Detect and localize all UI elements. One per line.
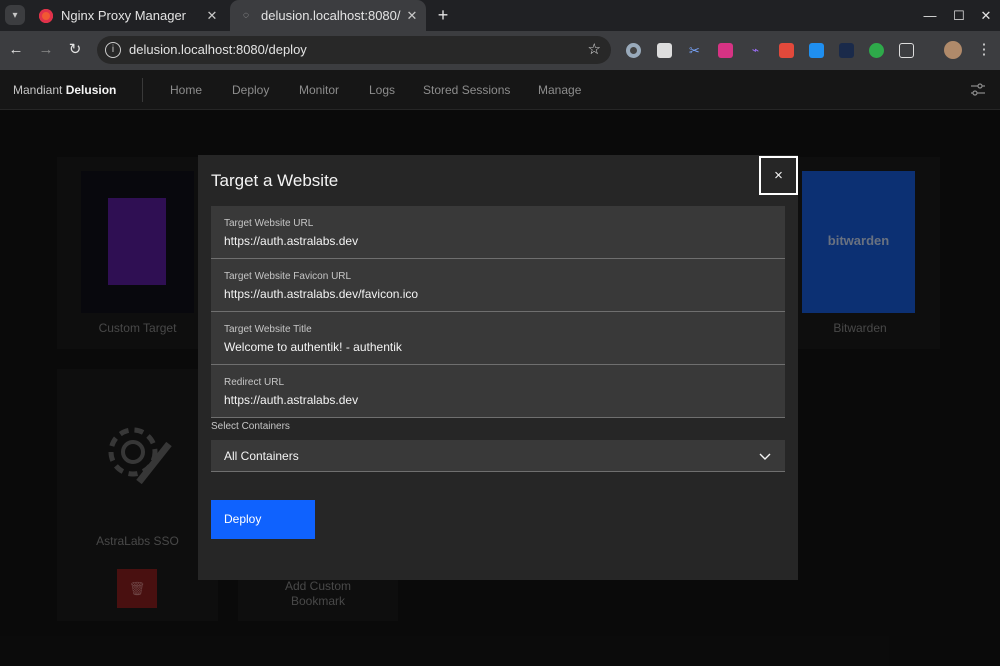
address-url[interactable]: delusion.localhost:8080/deploy (129, 36, 307, 64)
nav-stored-sessions[interactable]: Stored Sessions (423, 70, 510, 110)
app-brand[interactable]: Mandiant Delusion (13, 70, 116, 110)
new-tab-button[interactable]: + (432, 4, 454, 26)
field-label: Target Website Title (224, 324, 312, 335)
header-divider (142, 78, 143, 102)
browser-tab-bar: ▾ Nginx Proxy Manager ✕ ◌ delusion.local… (0, 0, 1000, 31)
tab-search-chevron-icon[interactable]: ▾ (5, 5, 25, 25)
favicon-url-input[interactable]: https://auth.astralabs.dev/favicon.ico (224, 287, 418, 301)
app-header: Mandiant Delusion Home Deploy Monitor Lo… (0, 70, 1000, 110)
profile-avatar[interactable] (944, 41, 962, 59)
modal-title: Target a Website (211, 171, 339, 190)
website-title-input[interactable]: Welcome to authentik! - authentik (224, 340, 402, 354)
website-title-field[interactable]: Target Website Title Welcome to authenti… (211, 312, 785, 365)
target-url-field[interactable]: Target Website URL https://auth.astralab… (211, 206, 785, 259)
forward-icon[interactable]: → (35, 39, 57, 61)
browser-tab-delusion[interactable]: ◌ delusion.localhost:8080/ ✕ (230, 0, 426, 31)
browser-menu-icon[interactable]: ⋮ (973, 39, 995, 61)
favicon-url-field[interactable]: Target Website Favicon URL https://auth.… (211, 259, 785, 312)
extension-shield-icon[interactable] (657, 43, 672, 58)
back-icon[interactable]: ← (5, 39, 27, 61)
extension-wave-icon[interactable]: ⌁ (748, 43, 763, 58)
field-label: Target Website Favicon URL (224, 271, 352, 282)
containers-select-value: All Containers (224, 449, 299, 463)
deploy-button[interactable]: Deploy (211, 500, 315, 539)
extension-green-check-icon[interactable] (869, 43, 884, 58)
field-label: Redirect URL (224, 377, 285, 388)
redirect-url-field[interactable]: Redirect URL https://auth.astralabs.dev (211, 365, 785, 418)
bookmark-star-icon[interactable]: ☆ (588, 36, 601, 64)
extension-scissors-icon[interactable]: ✂ (687, 43, 702, 58)
modal-close-button[interactable]: × (759, 156, 798, 195)
close-tab-icon[interactable]: ✕ (203, 8, 221, 24)
field-label: Target Website URL (224, 218, 314, 229)
extension-check-icon[interactable] (809, 43, 824, 58)
settings-sliders-icon[interactable] (970, 82, 986, 98)
extension-red-icon[interactable] (779, 43, 794, 58)
tab-title: Nginx Proxy Manager (61, 8, 186, 23)
nav-manage[interactable]: Manage (538, 70, 581, 110)
close-tab-icon[interactable]: ✕ (403, 8, 421, 24)
target-website-modal: Target a Website Target Website URL http… (198, 155, 798, 580)
extension-grid-icon[interactable] (718, 43, 733, 58)
address-bar[interactable]: i delusion.localhost:8080/deploy ☆ (97, 36, 611, 64)
loading-favicon-icon: ◌ (243, 10, 249, 21)
brand-name: Delusion (65, 83, 117, 97)
brand-prefix: Mandiant (13, 83, 63, 97)
site-info-icon[interactable]: i (105, 42, 121, 58)
nav-monitor[interactable]: Monitor (299, 70, 339, 110)
extensions-puzzle-icon[interactable] (899, 43, 914, 58)
select-containers-label: Select Containers (211, 421, 290, 432)
reload-icon[interactable]: ↻ (64, 39, 86, 61)
target-url-input[interactable]: https://auth.astralabs.dev (224, 234, 358, 248)
browser-toolbar: ← → ↻ i delusion.localhost:8080/deploy ☆… (0, 31, 1000, 70)
containers-select[interactable]: All Containers (211, 440, 785, 472)
extension-moon-icon[interactable] (839, 43, 854, 58)
redirect-url-input[interactable]: https://auth.astralabs.dev (224, 393, 358, 407)
nav-logs[interactable]: Logs (369, 70, 395, 110)
chevron-down-icon (759, 453, 771, 460)
extension-glasses-icon[interactable] (626, 43, 641, 58)
nginx-favicon-icon (39, 8, 53, 23)
nav-home[interactable]: Home (170, 70, 202, 110)
tab-title: delusion.localhost:8080/ (261, 8, 401, 23)
close-window-icon[interactable]: ✕ (971, 0, 1000, 31)
maximize-icon[interactable]: ☐ (944, 0, 974, 31)
minimize-icon[interactable]: — (915, 0, 945, 31)
browser-tab-nginx[interactable]: Nginx Proxy Manager ✕ (30, 0, 226, 31)
nav-deploy[interactable]: Deploy (232, 70, 269, 110)
